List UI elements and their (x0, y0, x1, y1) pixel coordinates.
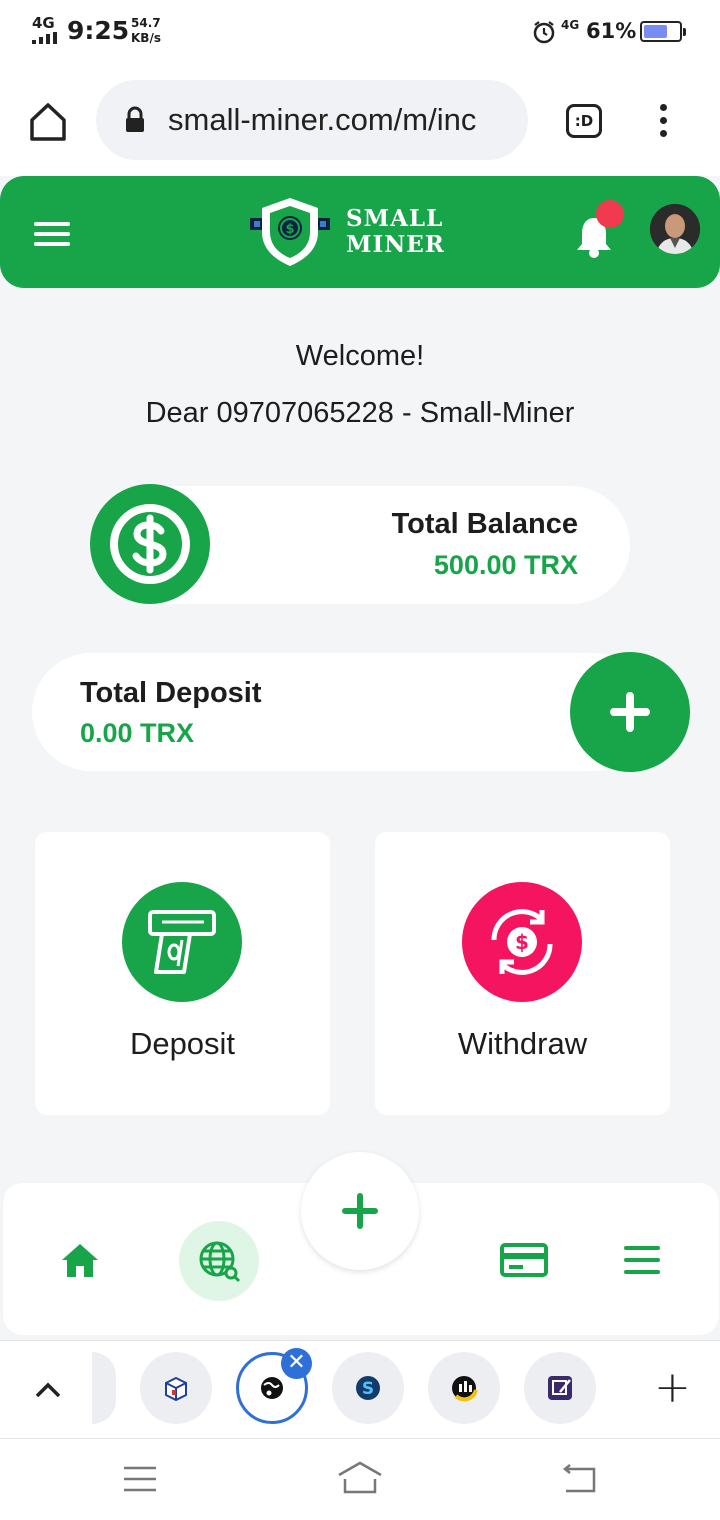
edit-site-icon (548, 1376, 572, 1400)
speed-value: 54.7 (131, 16, 161, 30)
deposit-label: Deposit (129, 1026, 236, 1061)
withdraw-tile[interactable]: $ Withdraw (375, 832, 670, 1115)
signal-icon (32, 32, 62, 44)
lock-icon (126, 106, 144, 132)
battery-icon (640, 21, 686, 42)
total-deposit-label: Total Deposit (80, 677, 262, 709)
logo-shield-icon: $ (250, 198, 330, 266)
s-site-icon: S (356, 1376, 380, 1400)
browser-home-icon[interactable] (26, 100, 70, 144)
notification-dot (596, 200, 624, 228)
new-tab-button[interactable]: + (654, 1366, 691, 1410)
clock: 9:25 (67, 16, 130, 45)
deposit-tile[interactable]: Deposit (35, 832, 330, 1115)
alarm-icon (533, 21, 555, 44)
withdraw-label: Withdraw (457, 1026, 588, 1061)
speed-unit: KB/s (131, 31, 161, 45)
tab-bubble-3[interactable]: S (332, 1352, 404, 1424)
url-text: small-miner.com/m/inc (168, 102, 477, 137)
tab-bubble-5[interactable] (524, 1352, 596, 1424)
recent-apps-icon[interactable] (122, 1465, 158, 1493)
browser-toolbar: small-miner.com/m/inc :D (0, 64, 720, 176)
network-type: 4G (32, 14, 55, 32)
system-home-icon[interactable] (336, 1459, 384, 1495)
globe-icon[interactable] (197, 1239, 241, 1283)
logo-text: SMALL MINER (346, 206, 445, 258)
logo-line-2: MINER (346, 231, 445, 258)
system-navigation-bar (0, 1438, 720, 1520)
logo-line-1: SMALL (346, 205, 444, 232)
browser-menu-icon[interactable] (656, 104, 670, 140)
avatar[interactable] (650, 204, 700, 254)
chevron-up-icon[interactable] (32, 1375, 64, 1407)
home-icon[interactable] (60, 1240, 100, 1280)
avatar-portrait-icon (650, 204, 700, 254)
total-deposit-value: 0.00 TRX (80, 718, 195, 748)
battery-percent: 61% (586, 19, 637, 43)
svg-text:$: $ (285, 222, 294, 237)
center-add-button[interactable] (301, 1152, 419, 1270)
plus-icon (610, 692, 650, 732)
plus-icon (342, 1193, 378, 1229)
status-bar: 4G 9:25 54.7 KB/s 4G 61% (0, 0, 720, 64)
add-deposit-button[interactable] (570, 652, 690, 772)
dollar-icon (90, 484, 210, 604)
dollar-cycle-icon: $ (462, 882, 582, 1002)
user-greeting: Dear 09707065228 - Small-Miner (145, 397, 575, 429)
chart-site-icon (452, 1376, 478, 1402)
cash-atm-icon (122, 882, 242, 1002)
address-bar[interactable]: small-miner.com/m/inc (96, 80, 528, 160)
network-speed: 54.7 KB/s (131, 16, 161, 46)
network-type-right: 4G (561, 18, 580, 32)
svg-text:$: $ (515, 930, 529, 954)
welcome-heading: Welcome! (295, 340, 425, 372)
menu-icon[interactable] (624, 1246, 660, 1274)
hamburger-menu-icon[interactable] (34, 222, 70, 246)
card-icon[interactable] (500, 1242, 548, 1278)
total-balance-label: Total Balance (391, 508, 578, 540)
tab-bubble-1[interactable] (140, 1352, 212, 1424)
svg-text:S: S (362, 1379, 374, 1399)
tab-bubble-4[interactable] (428, 1352, 500, 1424)
back-icon[interactable] (560, 1463, 600, 1495)
close-tab-icon[interactable]: ✕ (281, 1348, 312, 1379)
app-header: $ SMALL MINER (0, 176, 720, 288)
tab-switcher-button[interactable]: :D (566, 104, 602, 138)
total-deposit-card (32, 653, 652, 771)
total-balance-value: 500.00 TRX (433, 550, 578, 580)
cube-site-icon (165, 1376, 187, 1402)
